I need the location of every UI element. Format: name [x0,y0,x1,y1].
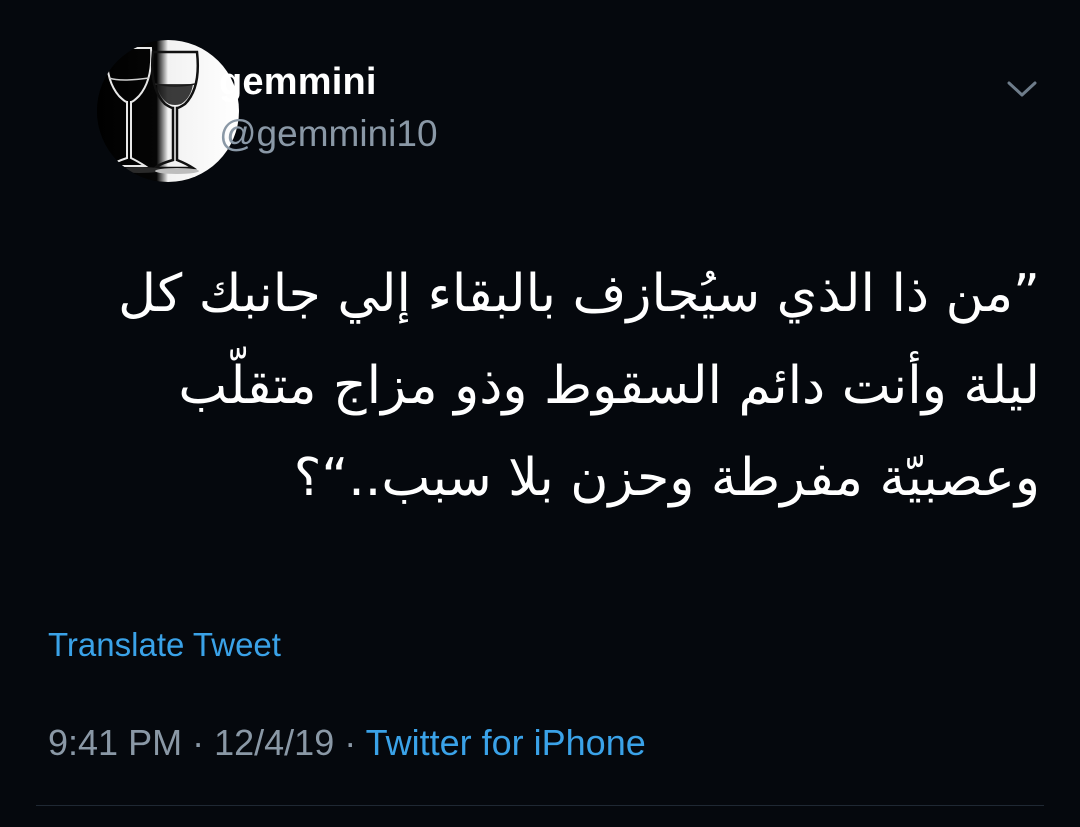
meta-separator: · [344,722,357,763]
display-name[interactable]: gemmini [219,61,377,104]
wine-glasses-avatar-icon [97,40,239,182]
tweet-card: gemmini @gemmini10 ”من ذا الذي سيُجازف ب… [0,0,1080,827]
avatar[interactable] [97,40,239,182]
chevron-down-icon [1007,81,1037,97]
meta-separator: · [192,722,205,763]
tweet-text: ”من ذا الذي سيُجازف بالبقاء إلي جانبك كل… [118,264,1040,508]
translate-tweet-link[interactable]: Translate Tweet [48,626,281,664]
tweet-date: 12/4/19 [214,722,335,763]
tweet-time: 9:41 PM [48,722,183,763]
tweet-source-link[interactable]: Twitter for iPhone [366,722,646,763]
user-handle[interactable]: @gemmini10 [219,113,438,155]
tweet-metadata: 9:41 PM · 12/4/19 · Twitter for iPhone [48,722,646,764]
tweet-menu-button[interactable] [1000,74,1044,104]
divider [36,805,1044,806]
